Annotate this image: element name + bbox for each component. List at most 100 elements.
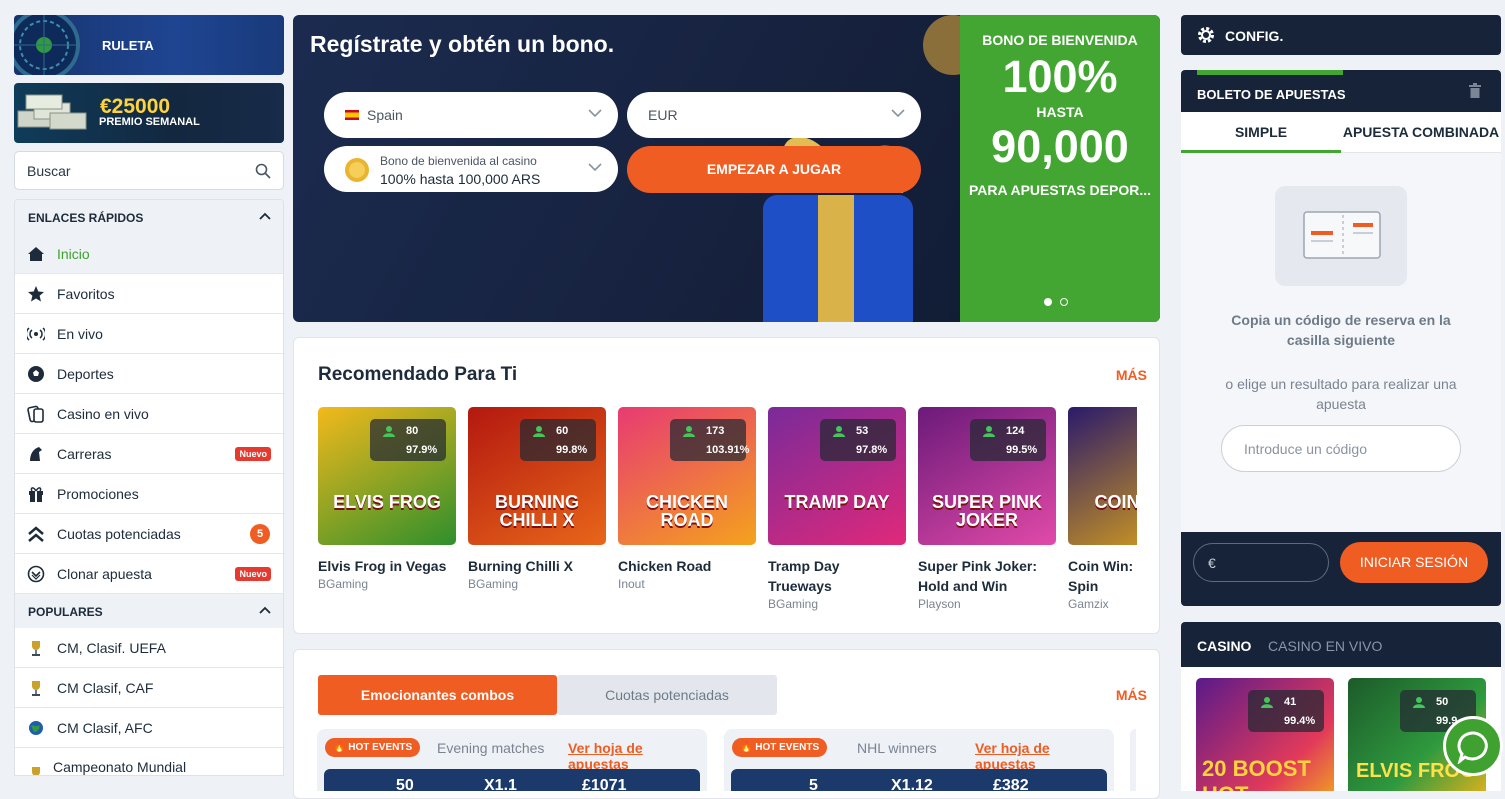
game-card[interactable]: 124 99.5% SUPER PINK JOKER Super Pink Jo… xyxy=(918,407,1056,611)
login-button[interactable]: INICIAR SESIÓN xyxy=(1340,542,1488,583)
game-card[interactable]: 80 97.9% ELVIS FROG Elvis Frog in Vegas … xyxy=(318,407,456,591)
game-thumbnail[interactable]: 80 97.9% ELVIS FROG xyxy=(318,407,456,545)
game-art-title: COIN WIN xyxy=(1094,492,1138,512)
bonus-line1: Bono de bienvenida al casino xyxy=(380,154,537,168)
slide-dot-active[interactable] xyxy=(1044,298,1052,306)
sidebar-item-cuotas-potenciadas[interactable]: Cuotas potenciadas 5 xyxy=(15,514,283,554)
sidebar-item-promociones[interactable]: Promociones xyxy=(15,474,283,514)
game-stats: 60 99.8% xyxy=(520,419,596,461)
sidebar-item-popular[interactable]: CM Clasif, CAF xyxy=(15,668,283,708)
sidebar-item-label: Cuotas potenciadas xyxy=(57,526,181,542)
sidebar-item-casino-en-vivo[interactable]: Casino en vivo xyxy=(15,394,283,434)
players-count: 41 xyxy=(1284,696,1297,708)
sidebar-item-popular[interactable]: CM, Clasif. UEFA xyxy=(15,628,283,668)
config-button[interactable]: CONFIG. xyxy=(1181,15,1501,55)
tab-cuotas-potenciadas[interactable]: Cuotas potenciadas xyxy=(557,675,777,715)
game-art-title: TRAMP DAY xyxy=(784,492,890,512)
sidebar-item-popular[interactable]: CM Clasif, AFC xyxy=(15,708,283,748)
casino-tabs: CASINO CASINO EN VIVO xyxy=(1181,622,1501,667)
game-card[interactable]: COIN WIN Coin Win: Hold the Spin Gamzix xyxy=(1068,407,1137,611)
trash-icon[interactable] xyxy=(1468,83,1482,99)
event-card[interactable]: 🔥 HOT EVENTS NHL winners Ver hoja de apu… xyxy=(724,729,1114,794)
game-art-title: SUPER PINK JOKER xyxy=(931,492,1043,530)
game-card[interactable]: 53 97.8% TRAMP DAY Tramp Day Trueways BG… xyxy=(768,407,906,611)
event-sheet-link[interactable]: Ver hoja de apuestas xyxy=(975,740,1114,772)
new-badge: Nuevo xyxy=(235,447,271,461)
game-name: Chicken Road xyxy=(618,558,712,574)
game-tile[interactable]: 41 99.4% 20 BOOST HOT xyxy=(1196,678,1334,791)
players-icon xyxy=(533,426,545,437)
event-sheet-link[interactable]: Ver hoja de apuestas xyxy=(568,740,707,772)
quick-links-header[interactable]: ENLACES RÁPIDOS xyxy=(15,200,283,234)
cash-stack-icon xyxy=(17,94,87,130)
sidebar-item-inicio[interactable]: Inicio xyxy=(15,234,283,274)
chevron-up-icon[interactable] xyxy=(259,212,271,220)
weekly-prize-promo[interactable]: €25000 PREMIO SEMANAL xyxy=(14,83,284,143)
home-icon xyxy=(27,245,45,263)
game-stats: 80 97.9% xyxy=(370,419,446,461)
sidebar-item-deportes[interactable]: Deportes xyxy=(15,354,283,394)
chat-button[interactable] xyxy=(1443,716,1503,776)
rtp-value: 99.5% xyxy=(1006,444,1038,456)
slip-accent-bar xyxy=(1197,70,1343,75)
bet-slip-header: BOLETO DE APUESTAS xyxy=(1181,70,1501,112)
bonus-amount: 90,000 xyxy=(991,121,1129,172)
tab-apuesta-combinada[interactable]: APUESTA COMBINADA xyxy=(1341,112,1501,152)
welcome-banner: Regístrate y obtén un bono. Spain EUR Bo… xyxy=(293,15,1160,322)
players-icon xyxy=(683,426,695,437)
booking-code-message: Copia un código de reserva en la casilla… xyxy=(1231,312,1451,348)
new-badge: Nuevo xyxy=(235,567,271,581)
slide-dot[interactable] xyxy=(1060,298,1068,306)
sidebar-item-label: Casino en vivo xyxy=(57,406,149,422)
event-card[interactable]: 🔥 HOT EVENTS Evening matches Ver hoja de… xyxy=(317,729,707,794)
chevron-up-icon[interactable] xyxy=(259,606,271,614)
rtp-value: 103.91% xyxy=(706,444,750,456)
popular-header[interactable]: POPULARES xyxy=(15,594,283,628)
game-thumbnail[interactable]: 124 99.5% SUPER PINK JOKER xyxy=(918,407,1056,545)
sidebar-item-popular[interactable]: Campeonato Mundial xyxy=(15,748,283,775)
game-thumbnail[interactable]: 173 103.91% CHICKEN ROAD xyxy=(618,407,756,545)
sidebar-item-en-vivo[interactable]: En vivo xyxy=(15,314,283,354)
search-input[interactable]: Buscar xyxy=(14,151,284,190)
sidebar-item-favoritos[interactable]: Favoritos xyxy=(15,274,283,314)
tab-casino-en-vivo[interactable]: CASINO EN VIVO xyxy=(1268,638,1382,654)
tab-emocionantes-combos[interactable]: Emocionantes combos xyxy=(318,675,557,715)
start-playing-button[interactable]: EMPEZAR A JUGAR xyxy=(627,146,921,193)
currency-select[interactable]: EUR xyxy=(627,92,921,138)
players-icon xyxy=(983,426,995,437)
game-thumbnail[interactable]: 60 99.8% BURNING CHILLI X xyxy=(468,407,606,545)
search-icon[interactable] xyxy=(255,163,271,179)
game-name: Super Pink Joker: Hold and Win xyxy=(918,558,1038,594)
sidebar-item-label: Inicio xyxy=(57,246,90,262)
rtp-value: 99.4% xyxy=(1284,715,1316,727)
sidebar-item-carreras[interactable]: Carreras Nuevo xyxy=(15,434,283,474)
rtp-value: 99.8% xyxy=(556,444,588,456)
bet-slip-footer: € INICIAR SESIÓN xyxy=(1181,532,1501,606)
tab-simple[interactable]: SIMPLE xyxy=(1181,112,1341,153)
combos-more-link[interactable]: MÁS xyxy=(1116,687,1147,703)
sidebar-item-clonar-apuesta[interactable]: Clonar apuesta Nuevo xyxy=(15,554,283,594)
soccer-ball-icon xyxy=(27,365,45,383)
tab-casino[interactable]: CASINO xyxy=(1197,638,1251,654)
country-select[interactable]: Spain xyxy=(324,92,618,138)
game-stats: 53 97.8% xyxy=(820,419,896,461)
game-card[interactable]: 60 99.8% BURNING CHILLI X Burning Chilli… xyxy=(468,407,606,591)
game-card[interactable]: 173 103.91% CHICKEN ROAD Chicken Road In… xyxy=(618,407,756,591)
event-multiplier: X1.1 xyxy=(484,777,517,794)
bonus-select[interactable]: Bono de bienvenida al casino 100% hasta … xyxy=(324,146,618,192)
spain-flag-icon xyxy=(345,110,359,120)
stake-input[interactable]: € xyxy=(1193,543,1329,582)
game-provider: BGaming xyxy=(468,577,519,591)
bonus-line2: 100% hasta 100,000 ARS xyxy=(380,171,541,187)
booking-code-input[interactable]: Introduce un código xyxy=(1221,425,1461,472)
banner-headline: Regístrate y obtén un bono. xyxy=(310,31,615,57)
config-label: CONFIG. xyxy=(1225,28,1284,44)
event-summary-bar: 5 X1.12 £382 xyxy=(731,769,1107,794)
roulette-promo[interactable]: RULETA xyxy=(14,15,284,75)
game-provider: BGaming xyxy=(318,577,369,591)
game-thumbnail[interactable]: 53 97.8% TRAMP DAY xyxy=(768,407,906,545)
game-thumbnail[interactable]: COIN WIN xyxy=(1068,407,1137,545)
sidebar-item-label: Promociones xyxy=(57,486,139,502)
game-stats: 173 103.91% xyxy=(670,419,750,461)
game-provider: BGaming xyxy=(768,597,819,611)
